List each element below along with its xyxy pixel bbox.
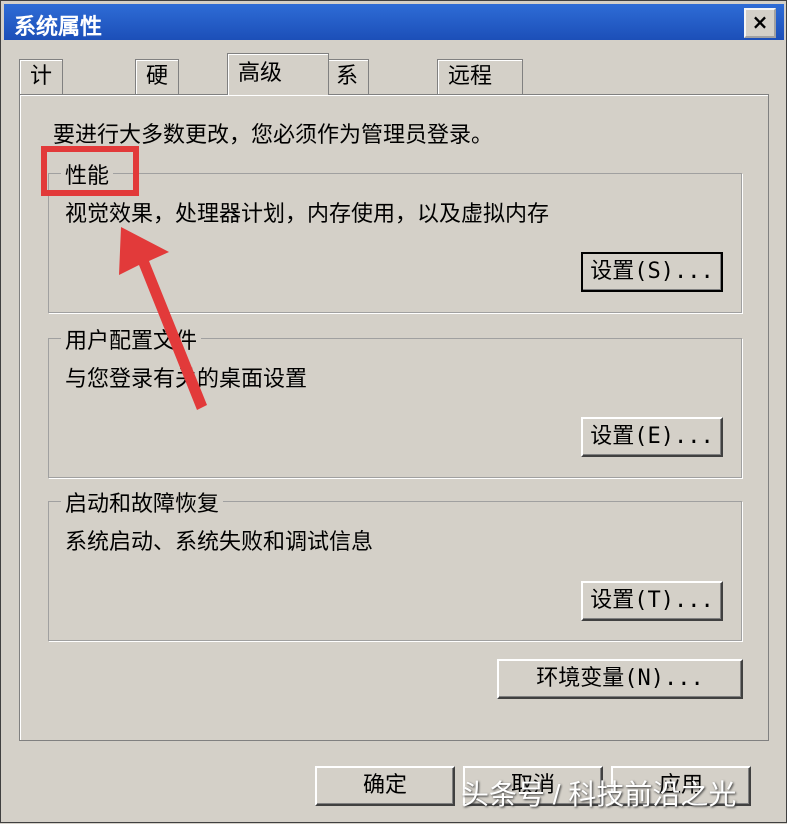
system-properties-dialog: 系统属性 × 计算机名 硬件 高级 系统保护 远程 要进行大多数更改，您必须作为… [0, 0, 787, 823]
tab-advanced[interactable]: 高级 [227, 53, 329, 95]
annotation-arrow-icon [119, 227, 207, 410]
watermark: 头条号 / 科技前沿之光 [461, 779, 737, 810]
